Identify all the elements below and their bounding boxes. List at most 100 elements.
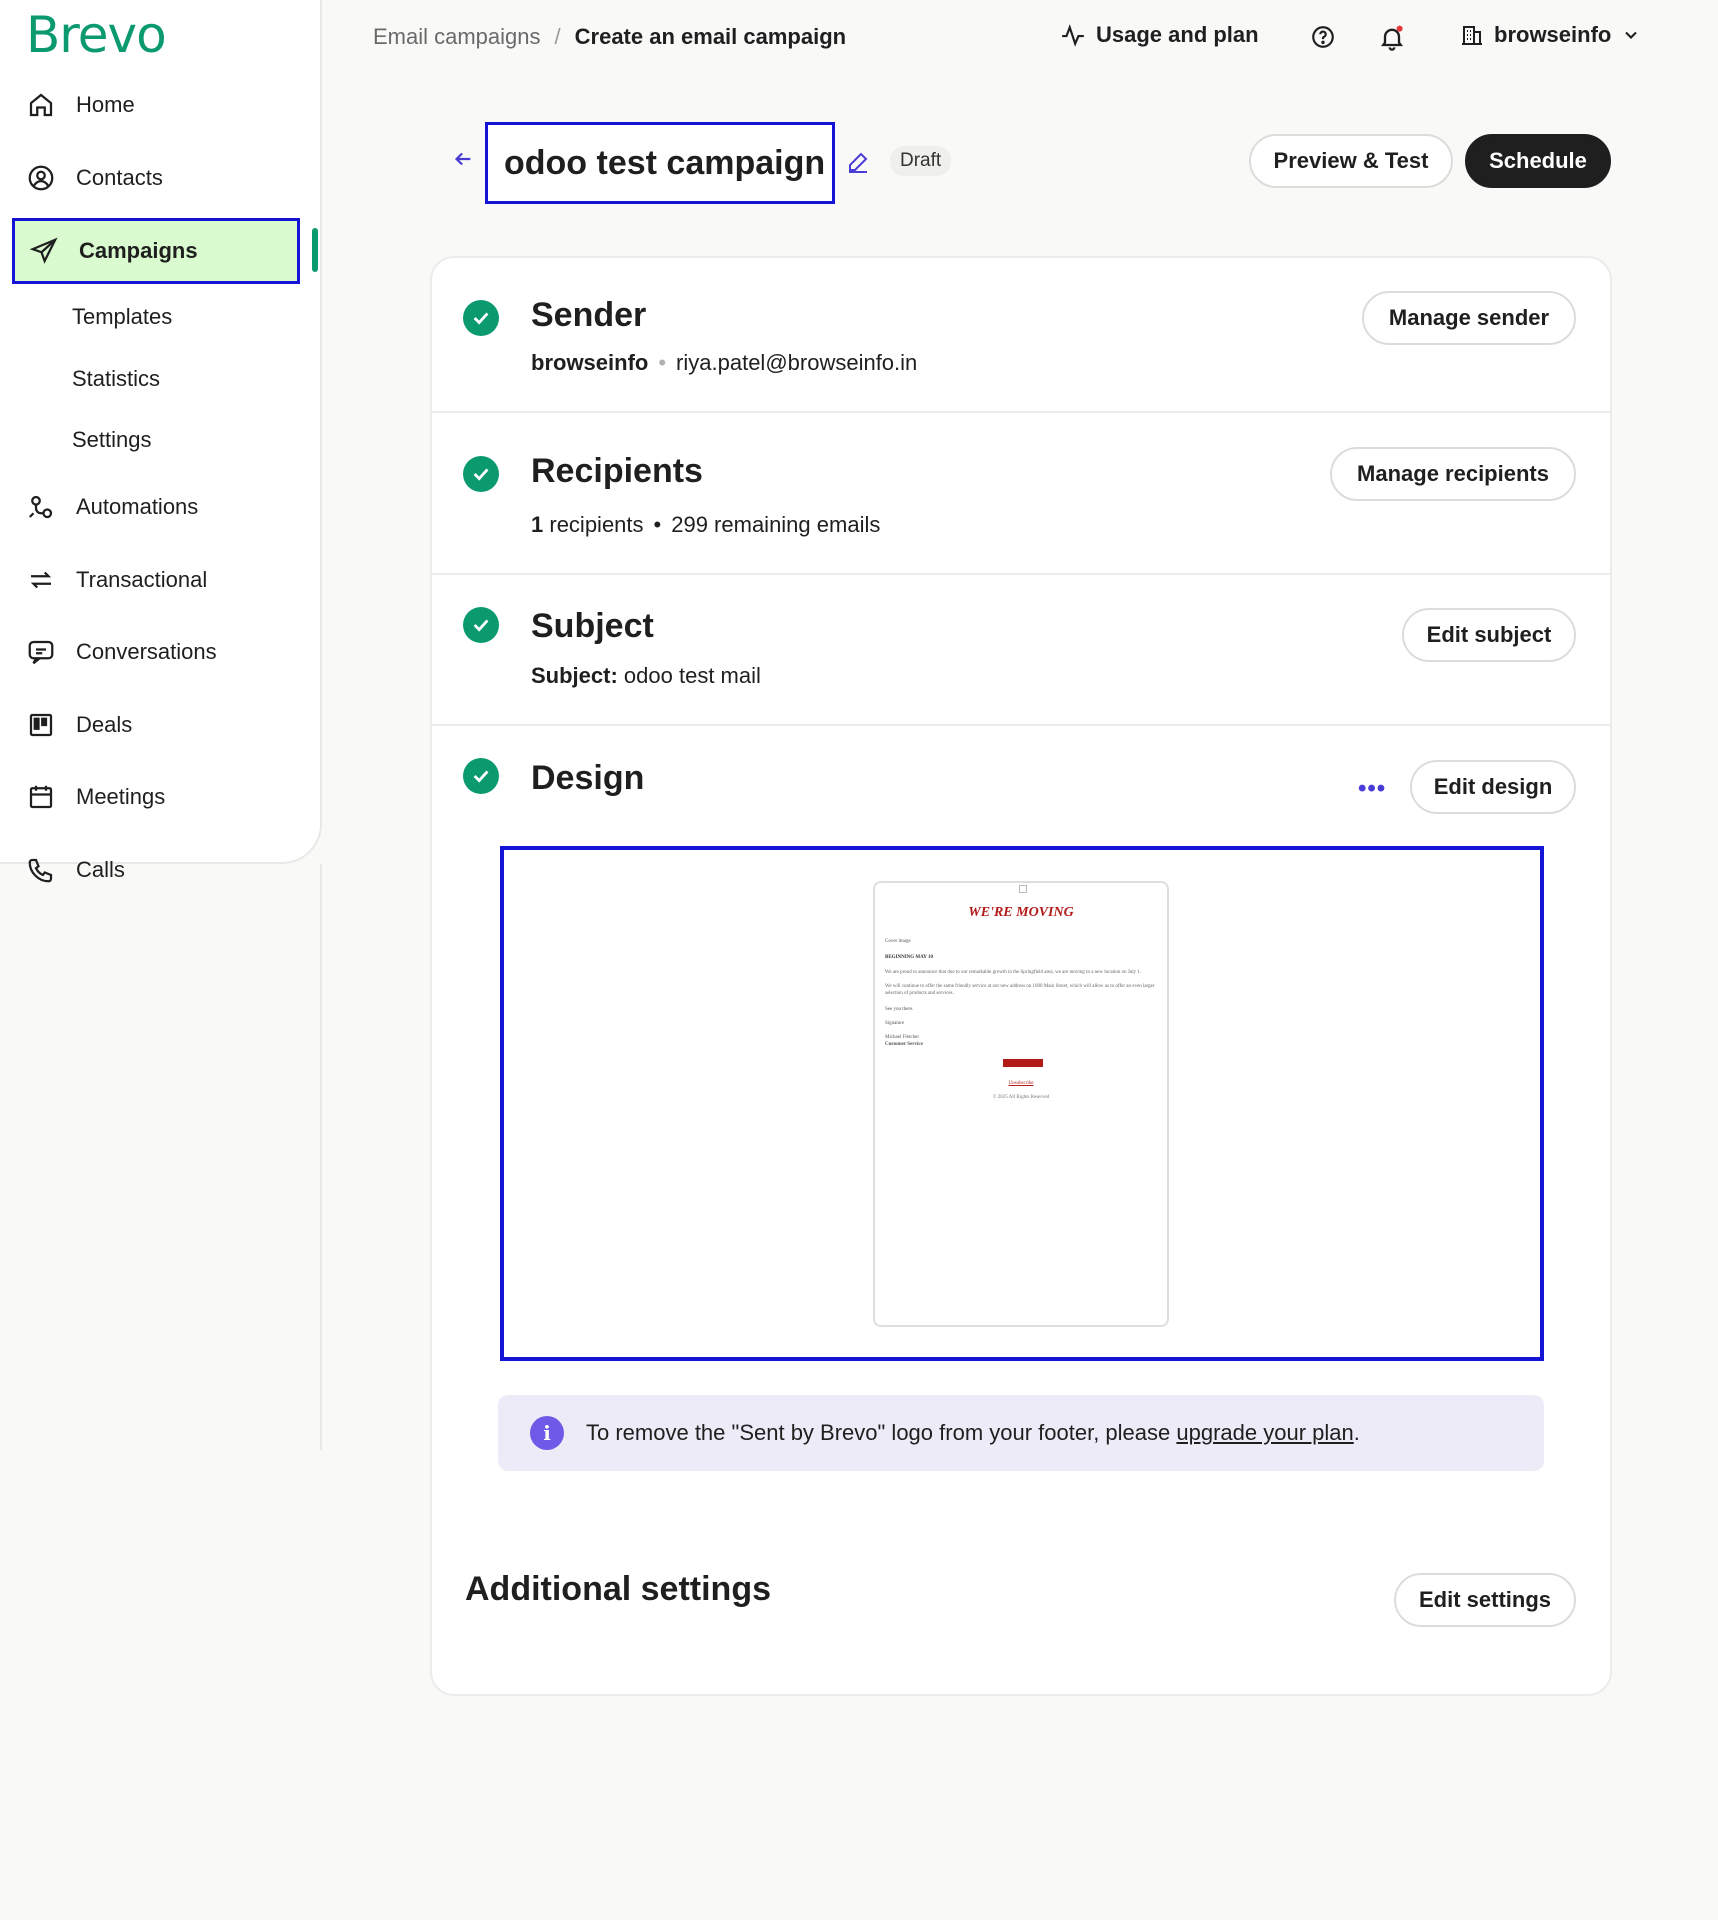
breadcrumb-email-campaigns[interactable]: Email campaigns: [373, 24, 541, 50]
sidebar-border: [320, 864, 322, 1450]
sidebar-item-contacts[interactable]: Contacts: [26, 158, 163, 198]
building-icon: [1462, 26, 1482, 45]
brevo-logo[interactable]: Brevo: [26, 6, 167, 64]
dot-separator: •: [658, 350, 667, 375]
edit-subject-button[interactable]: Edit subject: [1402, 608, 1576, 662]
email-unsubscribe-link: Unsubscribe: [1008, 1081, 1034, 1086]
contacts-icon: [28, 165, 54, 191]
subject-value: odoo test mail: [623, 663, 761, 688]
sidebar-item-automations[interactable]: Automations: [26, 487, 198, 527]
sidebar-item-deals[interactable]: Deals: [26, 705, 132, 745]
remaining-emails: 299 remaining emails: [671, 512, 881, 537]
sidebar-subitem-settings[interactable]: Settings: [72, 427, 152, 453]
sidebar-item-home[interactable]: Home: [26, 85, 135, 125]
sidebar-item-label: Home: [76, 92, 135, 117]
notifications-bell-icon[interactable]: [1378, 24, 1406, 57]
chat-icon: [28, 640, 54, 665]
recipients-title: Recipients: [531, 452, 703, 490]
email-signature-image: Signature: [885, 1021, 905, 1026]
sidebar-item-label: Campaigns: [79, 238, 198, 263]
dot-separator: •: [653, 512, 662, 537]
email-signer-role: Customer Service: [885, 1042, 923, 1047]
check-circle-icon: [463, 456, 499, 492]
preview-test-button[interactable]: Preview & Test: [1249, 134, 1453, 188]
sidebar-subitem-templates[interactable]: Templates: [72, 304, 172, 330]
info-icon: i: [530, 1416, 564, 1450]
sender-name: browseinfo: [531, 350, 649, 375]
status-badge: Draft: [890, 146, 952, 176]
divider: [432, 573, 1610, 575]
edit-pencil-icon[interactable]: [846, 150, 870, 179]
manage-recipients-button[interactable]: Manage recipients: [1330, 447, 1576, 501]
breadcrumb-separator: /: [554, 24, 561, 49]
chevron-down-icon: [1625, 31, 1638, 39]
sender-details: browseinfo • riya.patel@browseinfo.in: [531, 350, 917, 376]
sidebar-item-campaigns[interactable]: Campaigns: [12, 218, 300, 284]
email-see-you: See you there.: [885, 1007, 914, 1012]
breadcrumb-current: Create an email campaign: [574, 24, 847, 49]
subject-label: Subject:: [531, 663, 618, 688]
sender-title: Sender: [531, 296, 647, 334]
active-indicator: [312, 228, 318, 272]
info-text-after: .: [1353, 1420, 1360, 1445]
usage-label: Usage and plan: [1096, 22, 1259, 47]
recipients-count-suffix: recipients: [549, 512, 644, 537]
email-copyright: © 2025 All Rights Reserved: [992, 1095, 1050, 1100]
recipients-details: 1 recipients • 299 remaining emails: [531, 512, 880, 538]
upgrade-plan-link[interactable]: upgrade your plan: [1176, 1420, 1353, 1445]
edit-design-button[interactable]: Edit design: [1410, 760, 1576, 814]
deals-icon: [29, 713, 53, 737]
email-cover-image: Cover image: [885, 939, 911, 944]
home-icon: [29, 93, 53, 117]
broken-image-icon: [1019, 885, 1027, 893]
more-options-icon[interactable]: •••: [1358, 775, 1386, 803]
sidebar-item-label: Automations: [76, 494, 199, 519]
sidebar-item-transactional[interactable]: Transactional: [26, 560, 207, 600]
sidebar-item-label: Transactional: [76, 567, 208, 592]
email-preview-thumbnail: WE'RE MOVING Cover image BEGINNING MAY 1…: [873, 881, 1169, 1327]
design-title: Design: [531, 759, 645, 797]
sidebar-item-label: Deals: [76, 712, 133, 737]
transactional-icon: [30, 571, 52, 589]
sidebar: Brevo Home Contacts Campaigns Templates …: [0, 0, 322, 864]
send-icon: [29, 237, 58, 264]
breadcrumb: Email campaigns / Create an email campai…: [373, 24, 846, 50]
divider: [432, 724, 1610, 726]
sidebar-item-label: Contacts: [76, 165, 163, 190]
email-cta-button: [1003, 1059, 1043, 1067]
info-text: To remove the "Sent by Brevo" logo from …: [586, 1420, 1360, 1446]
additional-settings-title: Additional settings: [465, 1570, 771, 1608]
schedule-button[interactable]: Schedule: [1465, 134, 1611, 188]
sidebar-subitem-statistics[interactable]: Statistics: [72, 366, 160, 392]
back-arrow-icon[interactable]: [452, 148, 474, 175]
account-menu[interactable]: browseinfo: [1460, 22, 1641, 48]
recipients-count: 1: [531, 512, 544, 537]
sender-email: riya.patel@browseinfo.in: [676, 350, 918, 375]
edit-settings-button[interactable]: Edit settings: [1394, 1573, 1576, 1627]
manage-sender-button[interactable]: Manage sender: [1362, 291, 1576, 345]
upgrade-info-banner: i To remove the "Sent by Brevo" logo fro…: [498, 1395, 1544, 1471]
check-circle-icon: [463, 607, 499, 643]
email-heading: WE'RE MOVING: [968, 905, 1074, 920]
sidebar-item-meetings[interactable]: Meetings: [26, 777, 165, 817]
phone-icon: [28, 858, 53, 883]
usage-and-plan-link[interactable]: Usage and plan: [1060, 22, 1259, 48]
activity-icon: [1062, 24, 1084, 47]
sidebar-item-label: Meetings: [76, 784, 166, 809]
divider: [432, 411, 1610, 413]
info-text-before: To remove the "Sent by Brevo" logo from …: [586, 1420, 1171, 1445]
sidebar-item-label: Calls: [76, 857, 125, 882]
email-date-line: BEGINNING MAY 10: [885, 955, 933, 960]
sidebar-item-label: Conversations: [76, 639, 217, 664]
automations-icon: [28, 495, 53, 519]
calendar-icon: [29, 785, 53, 809]
sidebar-item-conversations[interactable]: Conversations: [26, 632, 217, 672]
subject-title: Subject: [531, 607, 654, 645]
sidebar-item-calls[interactable]: Calls: [26, 850, 125, 890]
campaign-name-field[interactable]: odoo test campaign: [485, 122, 835, 204]
check-circle-icon: [463, 758, 499, 794]
email-paragraph-2: We will continue to offer the same frien…: [885, 984, 1155, 996]
help-icon[interactable]: [1310, 24, 1336, 55]
email-paragraph-1: We are proud to announce that due to our…: [885, 970, 1142, 975]
account-name: browseinfo: [1494, 22, 1612, 47]
